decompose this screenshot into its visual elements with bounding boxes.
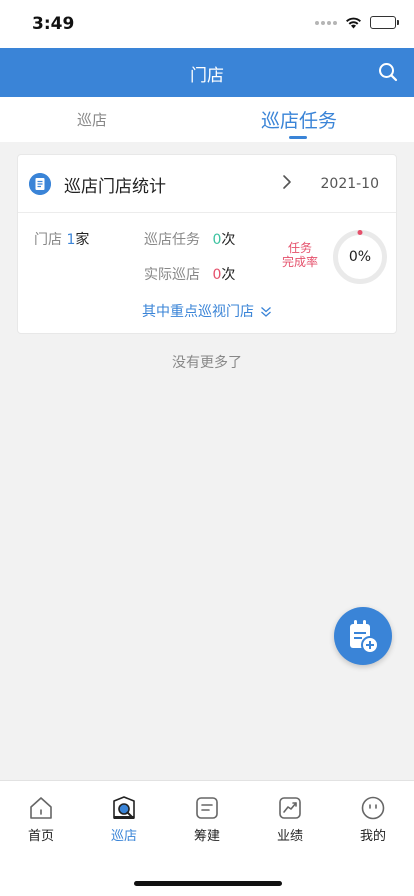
home-indicator: [134, 881, 282, 886]
bottom-nav-home-label: 首页: [27, 829, 54, 844]
tab-store-patrol[interactable]: 巡店: [0, 97, 184, 142]
bottom-nav-store-patrol[interactable]: 巡店: [83, 795, 165, 844]
completion-rate-label: 任务 完成率: [281, 241, 318, 269]
battery-icon: [370, 16, 399, 29]
document-icon: [29, 173, 51, 195]
bottom-nav: 首页 巡店 筹建 业绩 我的: [0, 780, 414, 896]
bottom-nav-construction-label: 筹建: [193, 829, 220, 844]
patrol-tasks-stat: 巡店任务 0次: [144, 229, 235, 249]
active-tab-indicator: [289, 136, 307, 139]
completion-rate-value: 0%: [348, 249, 372, 265]
stores-unit: 家: [75, 232, 90, 248]
double-chevron-down-icon: [261, 307, 271, 317]
month-selector[interactable]: 2021-10: [321, 176, 380, 192]
nav-header: 门店: [0, 48, 414, 97]
bottom-nav-profile-label: 我的: [359, 829, 386, 844]
key-stores-label: 其中重点巡视门店: [142, 304, 254, 320]
chevron-right-icon: [283, 175, 291, 189]
card-title: 巡店门店统计: [64, 177, 166, 197]
actual-patrols-stat: 实际巡店 0次: [144, 264, 235, 284]
tab-bar: 巡店 巡店任务: [0, 97, 414, 142]
patrol-stats-card: 巡店门店统计 2021-10 门店 1家 巡店任务 0次 实际巡店 0次 任务 …: [17, 154, 397, 334]
search-icon[interactable]: [376, 60, 400, 84]
status-icons: [315, 16, 399, 29]
actual-patrols-unit: 次: [221, 267, 236, 283]
page-title: 门店: [190, 66, 224, 86]
wifi-icon: [346, 17, 361, 29]
profile-icon: [361, 796, 385, 820]
card-header[interactable]: 巡店门店统计 2021-10: [18, 155, 396, 213]
stores-label: 门店: [34, 232, 62, 248]
add-patrol-button[interactable]: [334, 607, 392, 665]
key-stores-link[interactable]: 其中重点巡视门店: [18, 301, 396, 321]
stores-stat: 门店 1家: [34, 229, 89, 249]
bottom-nav-store-patrol-label: 巡店: [110, 829, 137, 844]
calendar-add-icon: [350, 620, 379, 654]
bottom-nav-home[interactable]: 首页: [0, 795, 82, 844]
bottom-nav-profile[interactable]: 我的: [332, 795, 414, 844]
no-more-text: 没有更多了: [172, 355, 242, 371]
patrol-tasks-label: 巡店任务: [144, 232, 200, 248]
cellular-signal-icon: [315, 20, 337, 25]
home-icon: [30, 797, 52, 819]
performance-icon: [279, 797, 301, 819]
patrol-tasks-unit: 次: [221, 232, 236, 248]
store-patrol-icon: [113, 796, 135, 819]
bottom-nav-performance-label: 业绩: [276, 829, 303, 844]
status-bar: 3:49: [0, 0, 414, 48]
bottom-nav-performance[interactable]: 业绩: [249, 795, 331, 844]
bottom-nav-construction[interactable]: 筹建: [166, 795, 248, 844]
status-time: 3:49: [32, 14, 75, 34]
construction-icon: [196, 797, 218, 819]
actual-patrols-label: 实际巡店: [144, 267, 200, 283]
